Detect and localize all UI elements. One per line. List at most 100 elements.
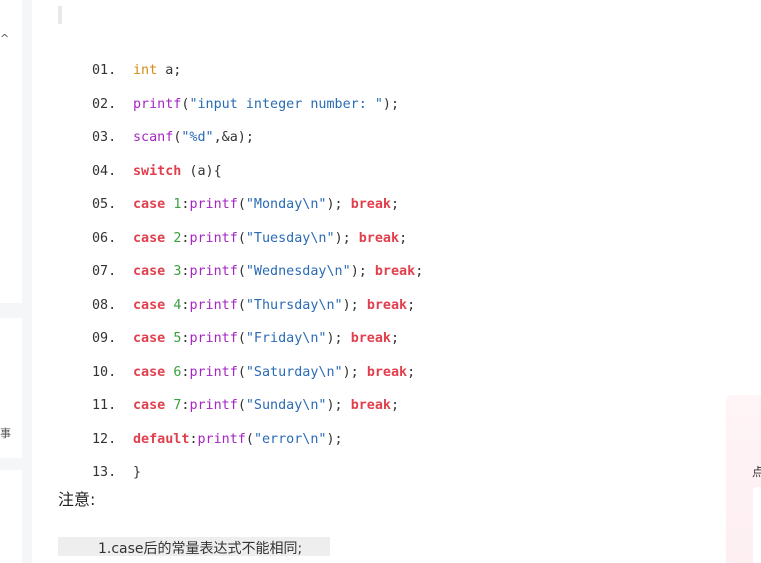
code-token: "Sunday\n"	[245, 398, 327, 413]
code-token: (	[237, 297, 246, 313]
line-number: 05.	[92, 197, 117, 212]
line-number: 10.	[92, 364, 117, 380]
code-token: case	[133, 264, 166, 279]
code-token: case	[133, 398, 166, 413]
code-token: printf	[189, 264, 238, 279]
collapse-arrow-icon[interactable]: ^	[0, 32, 9, 45]
code-token: "Monday\n"	[245, 197, 327, 212]
code-token: ;	[415, 264, 424, 279]
note-list-item: 1.case后的常量表达式不能相同;	[58, 537, 330, 557]
code-token: case	[133, 364, 166, 380]
code-token: "Wednesday\n"	[245, 264, 351, 279]
code-text: case 3:printf("Wednesday\n"); break;	[133, 255, 423, 289]
code-token: :	[189, 431, 198, 447]
line-number: 11.	[92, 398, 117, 413]
code-line: 01. int a;	[32, 54, 712, 88]
code-token: "Saturday\n"	[245, 364, 343, 380]
code-token: printf	[189, 230, 238, 246]
code-token: (	[237, 398, 246, 413]
line-number: 13.	[92, 465, 117, 480]
code-token: "Friday\n"	[245, 331, 327, 346]
code-token: printf	[189, 364, 238, 380]
line-number: 06.	[92, 230, 117, 246]
code-token: ;	[407, 297, 416, 313]
code-text: case 1:printf("Monday\n"); break;	[133, 188, 399, 222]
code-line: 03. scanf("%d",&a);	[32, 121, 712, 155]
code-token: break	[366, 364, 408, 380]
code-line: 02. printf("input integer number: ");	[32, 88, 712, 122]
code-token: ;	[399, 230, 408, 246]
code-token: );	[326, 197, 351, 212]
code-token: );	[342, 297, 367, 313]
code-text: printf("input integer number: ");	[133, 88, 399, 122]
line-number: 09.	[92, 331, 117, 346]
code-token: break	[350, 331, 391, 346]
code-line: 12. default:printf("error\n");	[32, 423, 712, 457]
code-token: "Thursday\n"	[245, 297, 343, 313]
code-text: int a;	[133, 54, 181, 88]
code-token: "error\n"	[253, 431, 327, 447]
line-number: 01.	[92, 63, 117, 78]
code-line: 08. case 4:printf("Thursday\n"); break;	[32, 289, 712, 323]
code-token: );	[326, 431, 343, 447]
code-text: case 6:printf("Saturday\n"); break;	[133, 356, 415, 390]
code-token: printf	[189, 331, 238, 346]
code-token: (a){	[181, 163, 222, 179]
code-token: case	[133, 197, 166, 212]
code-token: break	[350, 398, 391, 413]
code-token: case	[133, 331, 166, 346]
code-token: break	[374, 264, 416, 279]
code-token: switch	[133, 163, 182, 179]
code-token: );	[382, 96, 400, 112]
code-token: printf	[189, 297, 238, 313]
code-token: case	[133, 230, 166, 246]
code-token: ;	[407, 364, 416, 380]
code-token: case	[133, 297, 166, 313]
note-heading: 注意:	[58, 490, 96, 509]
code-token: (	[237, 331, 246, 346]
code-line: 04. switch (a){	[32, 155, 712, 189]
code-token: int	[133, 63, 158, 78]
floating-card-inner	[753, 487, 761, 563]
code-token: printf	[133, 96, 182, 112]
line-number: 04.	[92, 163, 117, 179]
code-token: printf	[197, 431, 246, 447]
code-token: (	[237, 230, 246, 246]
code-token: scanf	[133, 130, 174, 145]
code-text: case 4:printf("Thursday\n"); break;	[133, 289, 415, 323]
code-token: break	[350, 197, 391, 212]
code-token: ;	[391, 197, 400, 212]
code-block: 01. int a; 02. printf("input integer number…	[32, 54, 712, 490]
note-item-text: 1.case后的常量表达式不能相同;	[98, 541, 303, 557]
line-number: 07.	[92, 264, 117, 279]
code-token: break	[358, 230, 400, 246]
left-rail: ^ 事	[0, 0, 22, 563]
article-content: 01. int a; 02. printf("input integer number…	[32, 0, 761, 563]
line-number: 12.	[92, 431, 117, 447]
left-panel-top	[0, 0, 22, 303]
code-token: "Tuesday\n"	[245, 230, 335, 246]
code-token: default	[133, 431, 190, 447]
code-line: 11. case 7:printf("Sunday\n"); break;	[32, 389, 712, 423]
line-number: 08.	[92, 297, 117, 313]
code-token: (	[237, 264, 246, 279]
code-token: ,&a);	[213, 130, 254, 145]
code-text: default:printf("error\n");	[133, 423, 343, 457]
code-toolbar-handle	[58, 6, 62, 24]
code-text: case 5:printf("Friday\n"); break;	[133, 322, 399, 356]
code-token: );	[342, 364, 367, 380]
code-token: ;	[391, 331, 400, 346]
code-token: (	[237, 197, 246, 212]
rail-text-fragment: 事	[0, 427, 11, 440]
code-token: break	[366, 297, 408, 313]
code-token: }	[133, 465, 142, 480]
code-line: 07. case 3:printf("Wednesday\n"); break;	[32, 255, 712, 289]
code-token: printf	[189, 398, 238, 413]
code-text: case 2:printf("Tuesday\n"); break;	[133, 222, 407, 256]
line-number: 02.	[92, 96, 117, 112]
code-text: }	[133, 456, 141, 490]
code-token: printf	[189, 197, 238, 212]
code-text: switch (a){	[133, 155, 222, 189]
code-line: 10. case 6:printf("Saturday\n"); break;	[32, 356, 712, 390]
line-number: 03.	[92, 130, 117, 145]
